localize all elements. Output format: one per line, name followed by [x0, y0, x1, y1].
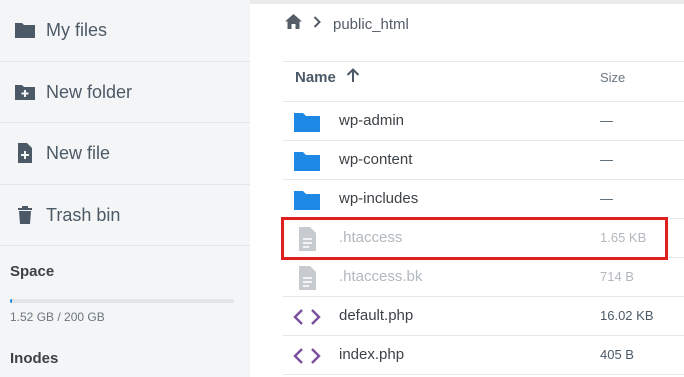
- space-progress-bar: [10, 299, 234, 303]
- table-row[interactable]: default.php 16.02 KB: [283, 297, 684, 336]
- file-size: 16.02 KB: [600, 308, 654, 323]
- file-name: default.php: [339, 307, 414, 324]
- file-name: wp-content: [339, 151, 413, 168]
- sidebar-item-label: My files: [46, 19, 108, 40]
- breadcrumb: public_html: [284, 12, 409, 36]
- sidebar-item-new-folder[interactable]: New folder: [0, 62, 250, 122]
- file-icon: [293, 227, 321, 251]
- file-size: 714 B: [600, 269, 634, 284]
- arrow-up-icon: [346, 68, 360, 87]
- breadcrumb-current[interactable]: public_html: [333, 16, 409, 33]
- folder-icon: [293, 110, 321, 134]
- code-icon: [293, 305, 321, 329]
- file-name: index.php: [339, 346, 405, 363]
- space-usage-text: 1.52 GB / 200 GB: [10, 310, 105, 324]
- folder-icon: [293, 149, 321, 173]
- table-row[interactable]: .htaccess.bk 714 B: [283, 258, 684, 297]
- space-title: Space: [10, 263, 55, 280]
- sidebar-item-label: New folder: [46, 81, 133, 102]
- space-progress-fill: [10, 299, 13, 303]
- chevron-right-icon: [313, 15, 321, 33]
- file-name: wp-admin: [339, 112, 405, 129]
- file-size: —: [600, 191, 613, 206]
- code-icon: [293, 344, 321, 368]
- file-size: —: [600, 152, 613, 167]
- top-strip: [250, 0, 684, 4]
- sidebar-item-new-file[interactable]: New file: [0, 123, 250, 183]
- file-icon: [293, 266, 321, 290]
- file-name: .htaccess: [339, 229, 403, 246]
- file-plus-icon: [14, 142, 36, 164]
- sidebar-item-my-files[interactable]: My files: [0, 0, 250, 60]
- column-header-name[interactable]: Name: [295, 68, 360, 87]
- sidebar: My files New folder New file Trash bin S…: [0, 0, 250, 377]
- home-icon[interactable]: [284, 13, 303, 35]
- column-header-size[interactable]: Size: [600, 70, 625, 85]
- sidebar-item-trash-bin[interactable]: Trash bin: [0, 185, 250, 245]
- folder-icon: [14, 19, 36, 41]
- folder-plus-icon: [14, 81, 36, 103]
- table-row[interactable]: index.php 405 B: [283, 336, 684, 375]
- file-name: .htaccess.bk: [339, 268, 423, 285]
- divider: [0, 245, 250, 246]
- file-size: 405 B: [600, 347, 634, 362]
- file-name: wp-includes: [339, 190, 419, 207]
- file-table: Name Size wp-admin — wp-content — wp-inc…: [283, 61, 684, 375]
- folder-icon: [293, 188, 321, 212]
- table-header: Name Size: [283, 61, 684, 102]
- table-row[interactable]: wp-content —: [283, 141, 684, 180]
- sidebar-item-label: New file: [46, 142, 111, 163]
- trash-icon: [14, 204, 36, 226]
- table-row[interactable]: wp-admin —: [283, 102, 684, 141]
- file-size: —: [600, 113, 613, 128]
- file-size: 1.65 KB: [600, 230, 647, 245]
- table-row[interactable]: .htaccess 1.65 KB: [283, 219, 684, 258]
- inodes-title: Inodes: [10, 350, 59, 367]
- column-header-name-label: Name: [295, 69, 336, 86]
- table-row[interactable]: wp-includes —: [283, 180, 684, 219]
- sidebar-item-label: Trash bin: [46, 204, 121, 225]
